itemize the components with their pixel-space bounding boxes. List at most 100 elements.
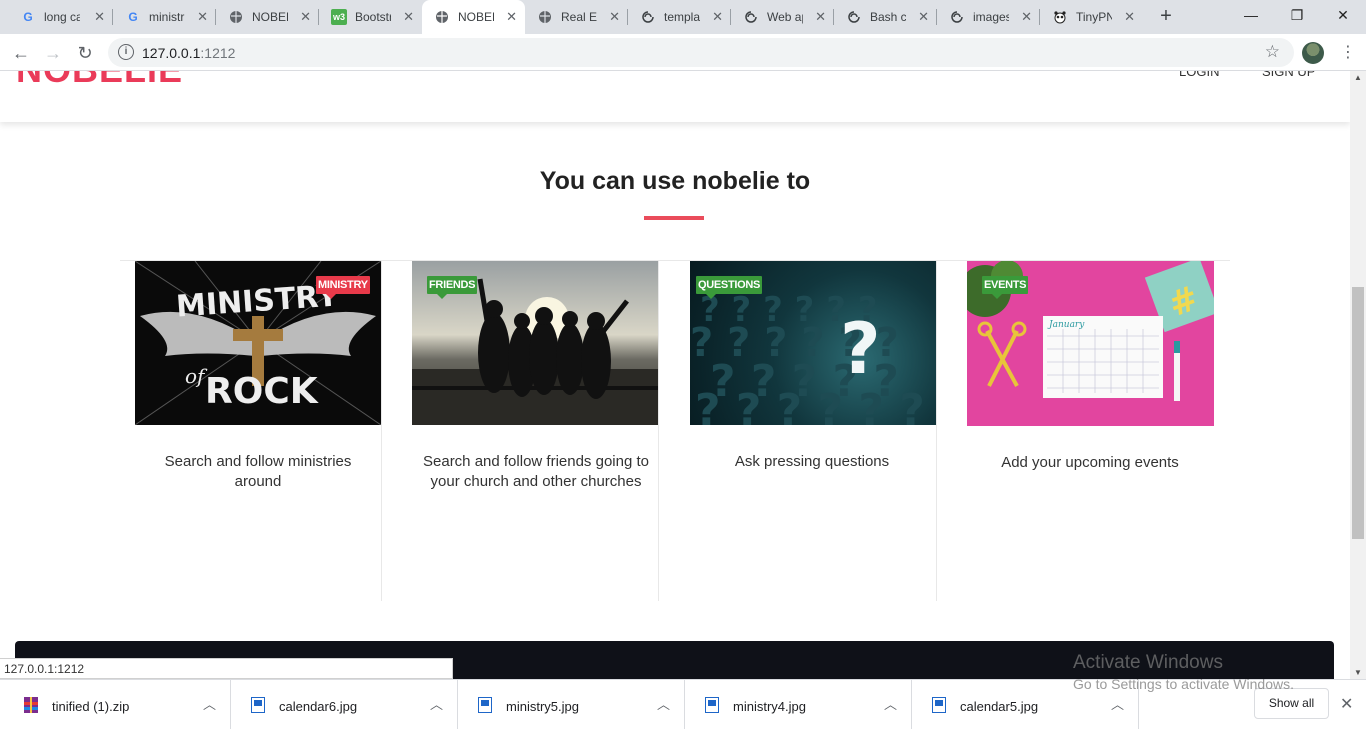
address-bar[interactable]: i 127.0.0.1:1212 ☆ <box>108 38 1294 67</box>
w3schools-icon: w3 <box>331 9 347 25</box>
close-icon[interactable]: ✕ <box>609 9 620 25</box>
site-logo[interactable]: NOBELIE <box>16 71 183 91</box>
category-badge: FRIENDS <box>427 276 478 299</box>
tab-10[interactable]: images ✕ <box>937 0 1040 34</box>
close-icon[interactable]: ✕ <box>1021 9 1032 25</box>
signup-link[interactable]: SIGN UP <box>1262 71 1315 79</box>
events-image: # January EVENTS <box>967 261 1214 426</box>
tab-title: Bootstr <box>355 10 391 24</box>
window-close-icon[interactable]: ✕ <box>1320 0 1366 30</box>
bookmark-star-icon[interactable]: ☆ <box>1265 42 1280 62</box>
page-scrollbar[interactable]: ▲ ▼ <box>1350 71 1366 679</box>
tab-title: Real Es <box>561 10 597 24</box>
category-badge: MINISTRY <box>316 276 370 299</box>
close-icon[interactable]: ✕ <box>403 9 414 25</box>
svg-text:?: ? <box>840 308 881 390</box>
card-description: Ask pressing questions <box>734 453 890 470</box>
tab-title: Bash c <box>870 10 906 24</box>
image-file-icon <box>478 697 492 713</box>
svg-text:? ? ? ? ? ?: ? ? ? ? ? ? <box>695 385 925 425</box>
section-title: You can use nobelie to <box>539 167 811 195</box>
chevron-up-icon[interactable]: ︿ <box>884 694 897 713</box>
tab-title: TinyPN <box>1076 10 1112 24</box>
scroll-thumb[interactable] <box>1352 287 1364 539</box>
close-icon[interactable]: ✕ <box>300 9 311 25</box>
url-port: :1212 <box>200 45 236 61</box>
feature-card-friends[interactable]: FRIENDS Search and follow friends going … <box>382 261 659 601</box>
close-icon[interactable]: ✕ <box>815 9 826 25</box>
close-icon[interactable]: ✕ <box>506 9 517 25</box>
watermark-title: Activate Windows <box>1073 652 1223 673</box>
zip-icon <box>24 697 38 713</box>
forward-arrow-icon[interactable]: → <box>40 40 66 66</box>
download-filename: ministry4.jpg <box>733 699 806 714</box>
tab-9[interactable]: Bash c ✕ <box>834 0 937 34</box>
chevron-up-icon[interactable]: ︿ <box>657 694 670 713</box>
profile-avatar[interactable] <box>1302 42 1324 64</box>
close-icon[interactable]: ✕ <box>197 9 208 25</box>
tab-4[interactable]: w3 Bootstr ✕ <box>319 0 422 34</box>
tab-5-active[interactable]: NOBEL ✕ <box>422 0 525 34</box>
maximize-icon[interactable]: ❐ <box>1274 0 1320 30</box>
google-icon: G <box>23 10 33 24</box>
questions-image: ? ? ? ? ? ? ? ? ? ? ? ? ? ? ? ? ? ? ? ? … <box>690 261 936 425</box>
spiral-icon <box>949 9 965 25</box>
feature-card-questions[interactable]: ? ? ? ? ? ? ? ? ? ? ? ? ? ? ? ? ? ? ? ? … <box>659 261 937 601</box>
scroll-up-arrow-icon[interactable]: ▲ <box>1354 73 1362 82</box>
download-item[interactable]: ministry4.jpg ︿ <box>685 680 912 729</box>
tab-2[interactable]: G ministr ✕ <box>113 0 216 34</box>
tab-title: ministr <box>149 10 185 24</box>
svg-text:ROCK: ROCK <box>205 371 319 412</box>
link-status-bubble: 127.0.0.1:1212 <box>0 658 453 679</box>
download-item[interactable]: calendar6.jpg ︿ <box>231 680 458 729</box>
panda-icon <box>1052 9 1068 25</box>
tab-1[interactable]: G long ca ✕ <box>0 0 113 34</box>
tab-title: NOBEL <box>252 10 288 24</box>
globe-icon <box>537 9 553 25</box>
close-icon[interactable]: ✕ <box>94 9 105 25</box>
close-icon[interactable]: ✕ <box>712 9 723 25</box>
reload-icon[interactable]: ↻ <box>72 40 98 66</box>
tab-8[interactable]: Web ap ✕ <box>731 0 834 34</box>
chevron-up-icon[interactable]: ︿ <box>1111 694 1124 713</box>
new-tab-plus-icon[interactable]: + <box>1154 4 1178 28</box>
tab-title: long ca <box>44 10 80 24</box>
tab-title: templa <box>664 10 700 24</box>
site-header: NOBELIE LOGIN SIGN UP <box>0 71 1350 122</box>
close-icon[interactable]: ✕ <box>918 9 929 25</box>
login-link[interactable]: LOGIN <box>1179 71 1219 79</box>
minimize-icon[interactable]: — <box>1228 0 1274 30</box>
feature-card-events[interactable]: # January EVENTS Add your upcoming event… <box>937 261 1230 601</box>
chevron-up-icon[interactable]: ︿ <box>203 694 216 713</box>
url-text: 127.0.0.1:1212 <box>142 45 235 61</box>
info-icon[interactable]: i <box>118 44 134 60</box>
card-description: Search and follow ministries around <box>164 453 352 490</box>
tab-title: Web ap <box>767 10 803 24</box>
close-icon[interactable]: ✕ <box>1124 9 1135 25</box>
card-description: Add your upcoming events <box>1001 454 1179 471</box>
tab-title: NOBEL <box>458 10 494 24</box>
image-file-icon <box>932 697 946 713</box>
show-all-button[interactable]: Show all <box>1254 688 1329 719</box>
tab-3[interactable]: NOBEL ✕ <box>216 0 319 34</box>
download-filename: tinified (1).zip <box>52 699 130 714</box>
tab-7[interactable]: templa ✕ <box>628 0 731 34</box>
tab-11[interactable]: TinyPN ✕ <box>1040 0 1143 34</box>
spiral-icon <box>640 9 656 25</box>
kebab-menu-icon[interactable]: ⋮ <box>1340 42 1356 64</box>
card-description: Search and follow friends going to your … <box>423 453 649 490</box>
download-item[interactable]: ministry5.jpg ︿ <box>458 680 685 729</box>
feature-card-ministry[interactable]: MINISTRY of ROCK MINISTRY Search and fol… <box>120 261 382 601</box>
chevron-up-icon[interactable]: ︿ <box>430 694 443 713</box>
activate-windows-watermark: Activate Windows Go to Settings to activ… <box>1073 652 1294 692</box>
google-icon: G <box>128 10 138 24</box>
download-item[interactable]: tinified (1).zip ︿ <box>4 680 231 729</box>
scroll-down-arrow-icon[interactable]: ▼ <box>1354 668 1362 677</box>
tab-6[interactable]: Real Es ✕ <box>525 0 628 34</box>
back-arrow-icon[interactable]: ← <box>8 40 34 66</box>
spiral-icon <box>743 9 759 25</box>
tab-strip: G long ca ✕ G ministr ✕ NOBEL ✕ w3 Boots… <box>0 0 1366 34</box>
friends-image: FRIENDS <box>412 261 658 425</box>
close-icon[interactable]: ✕ <box>1340 694 1353 714</box>
url-host: 127.0.0.1 <box>142 45 201 61</box>
